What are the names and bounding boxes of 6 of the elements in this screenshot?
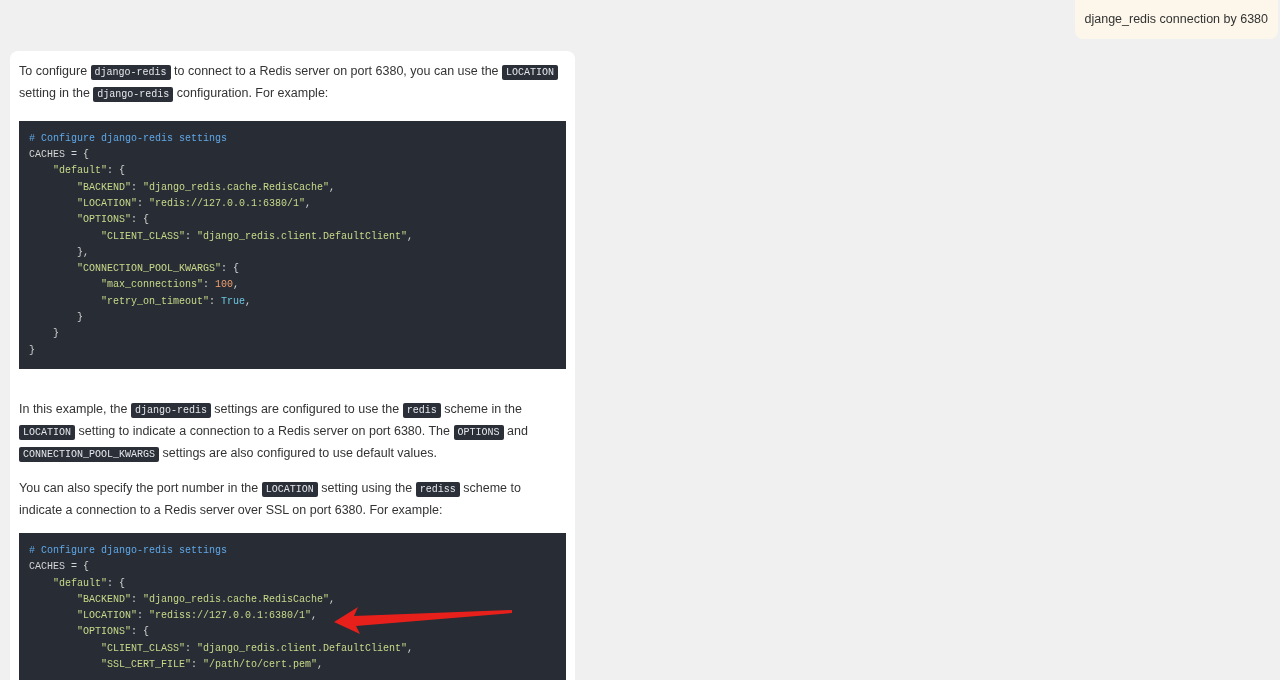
user-message: djange_redis connection by 6380 [1074,0,1278,39]
paragraph: You can also specify the port number in the LOCATION setting using the rediss scheme to indicate a connection to a Redis server over SSL on port 6380. For example: [19,479,522,519]
code-block: # Configure django-redis settings CACHES = { "default": { "BACKEND": "django_redis.cache.RedisCache", "LOCATION": "redis://127.0.0.1:6380/1", "OPTIONS": { "CLIENT_CLASS": "django_redis.client.DefaultClient", }, "CONNECTION_POOL_KWARGS": { "max_connections": 100, "retry_on_timeout": True, } } } [19,120,566,369]
code-block: # Configure django-redis settings CACHES = { "default": { "BACKEND": "django_redis.cache.RedisCache", "LOCATION": "rediss://127.0.0.1:6380/1", "OPTIONS": { "CLIENT_CLASS": "django_redis.client.DefaultClient", "SSL_CERT_FILE": "/path/to/cert.pem", [19,532,566,680]
paragraph: In this example, the django-redis settings are configured to use the redis scheme in the LOCATION setting to indicate a connection to a Redis server on port 6380. The OPTIONS and CONNECTION_POOL_KWARGS settings are also configured to use default values. [19,400,529,464]
paragraph: To configure django-redis to connect to a Redis server on port 6380, you can use the LOCATION setting in the django-redis configuration. For example: [19,60,566,105]
